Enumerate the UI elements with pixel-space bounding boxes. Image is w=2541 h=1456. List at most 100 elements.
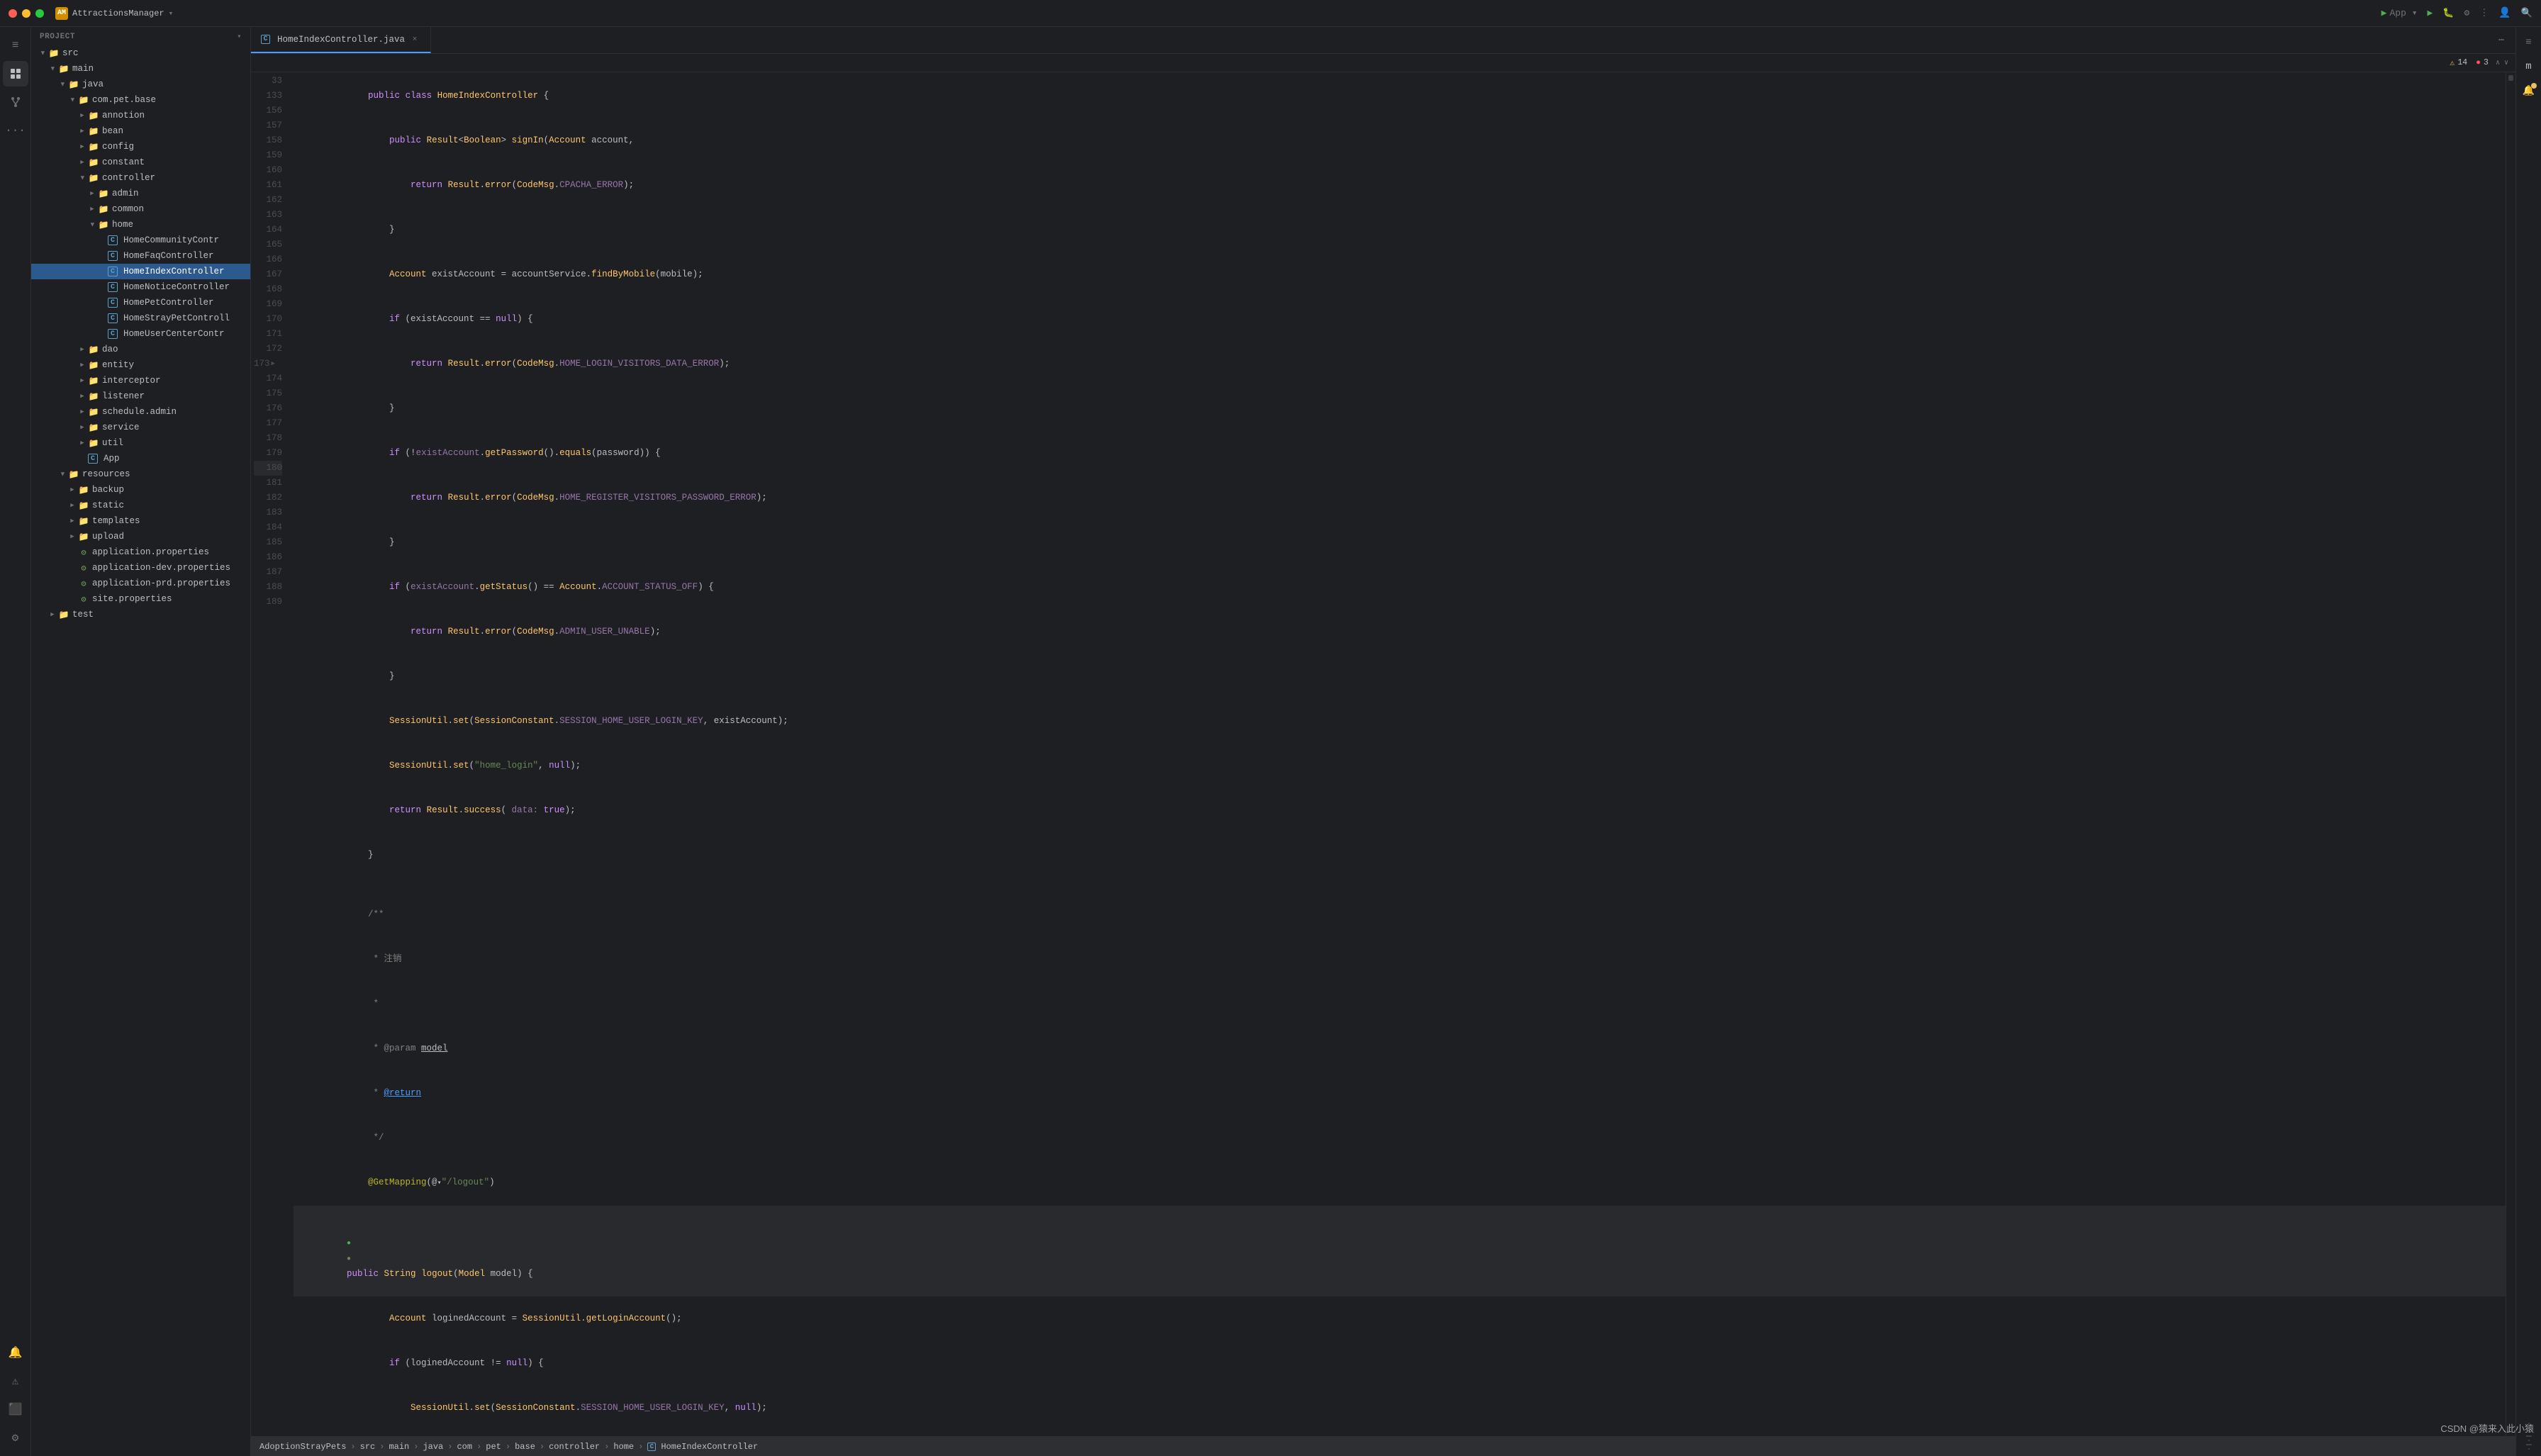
folder-icon: 📁: [88, 422, 99, 433]
minimap-scrollbar[interactable]: [2506, 72, 2515, 1436]
sidebar-item-HomeIndexController[interactable]: ▶ C HomeIndexController: [31, 264, 250, 279]
breadcrumb-item-pet[interactable]: pet: [486, 1442, 501, 1452]
code-line-179: @GetMapping(@▾"/logout"): [294, 1160, 2506, 1206]
search-icon[interactable]: 🔍: [2521, 8, 2532, 18]
breadcrumb-item-com[interactable]: com: [457, 1442, 472, 1452]
chevron-right-icon: ▶: [77, 157, 88, 168]
more-icon[interactable]: ···: [3, 118, 28, 143]
sidebar-item-annotion[interactable]: ▶ 📁 annotion: [31, 108, 250, 123]
breadcrumb-item-src[interactable]: src: [360, 1442, 376, 1452]
sidebar-item-listener[interactable]: ▶ 📁 listener: [31, 388, 250, 404]
sidebar-item-service[interactable]: ▶ 📁 service: [31, 420, 250, 435]
sidebar-item-common[interactable]: ▶ 📁 common: [31, 201, 250, 217]
debug-button[interactable]: 🐛: [2442, 8, 2454, 18]
sidebar-item-label: HomeCommunityContr: [123, 235, 219, 245]
breadcrumb-item-main[interactable]: main: [389, 1442, 409, 1452]
settings-icon[interactable]: ⚙: [2464, 8, 2470, 18]
more-icon[interactable]: ⋮: [2479, 8, 2489, 18]
breadcrumb-item-root[interactable]: AdoptionStrayPets: [259, 1442, 346, 1452]
sidebar-item-home[interactable]: ▶ 📁 home: [31, 217, 250, 233]
collapse-warnings-icon[interactable]: ∨: [2504, 59, 2508, 67]
sidebar-item-application-prd-properties[interactable]: ▶ ⚙ application-prd.properties: [31, 576, 250, 591]
maximize-window-button[interactable]: [35, 9, 44, 18]
code-line-178: */: [294, 1116, 2506, 1160]
sidebar-item-backup[interactable]: ▶ 📁 backup: [31, 482, 250, 498]
expand-warnings-icon[interactable]: ∧: [2496, 59, 2500, 67]
sidebar-item-label: annotion: [102, 111, 145, 121]
sidebar-item-bean[interactable]: ▶ 📁 bean: [31, 123, 250, 139]
sidebar-item-HomeUserCenterContr[interactable]: ▶ C HomeUserCenterContr: [31, 326, 250, 342]
git-icon[interactable]: [3, 89, 28, 115]
code-line-180: ● ● public String logout(Model model) {: [294, 1206, 2506, 1297]
sidebar-item-src[interactable]: ▶ 📁 src: [31, 45, 250, 61]
folder-icon: 📁: [88, 437, 99, 449]
sidebar-item-label: listener: [102, 391, 145, 401]
breadcrumb-item-base[interactable]: base: [515, 1442, 535, 1452]
code-line-157: }: [294, 208, 2506, 252]
profile-icon[interactable]: 👤: [2498, 7, 2511, 19]
sidebar-item-admin[interactable]: ▶ 📁 admin: [31, 186, 250, 201]
active-tab[interactable]: C HomeIndexController.java ×: [251, 27, 431, 53]
breadcrumb-item-file[interactable]: C HomeIndexController: [647, 1442, 758, 1452]
sidebar-chevron[interactable]: ▾: [237, 33, 242, 41]
run-config-label[interactable]: ▶ App ▾: [2381, 8, 2418, 18]
sidebar-item-com-pet-base[interactable]: ▶ 📁 com.pet.base: [31, 92, 250, 108]
close-tab-button[interactable]: ×: [409, 34, 420, 45]
sidebar-item-java[interactable]: ▶ 📁 java: [31, 77, 250, 92]
sidebar-item-HomeStrayPetControll[interactable]: ▶ C HomeStrayPetControll: [31, 310, 250, 326]
sidebar-item-upload[interactable]: ▶ 📁 upload: [31, 529, 250, 544]
sidebar-item-HomeNoticeController[interactable]: ▶ C HomeNoticeController: [31, 279, 250, 295]
breadcrumb-item-controller[interactable]: controller: [549, 1442, 600, 1452]
bookmarks-icon[interactable]: ≡: [2519, 33, 2539, 52]
sidebar-item-label: dao: [102, 345, 118, 354]
sidebar-item-schedule-admin[interactable]: ▶ 📁 schedule.admin: [31, 404, 250, 420]
terminal-icon[interactable]: ⬛: [3, 1396, 28, 1422]
code-line-162: if (!existAccount.getPassword().equals(p…: [294, 431, 2506, 476]
notifications-right-icon[interactable]: 🔔: [2519, 81, 2539, 101]
sidebar-item-label: util: [102, 438, 123, 448]
sidebar-title: Project: [40, 33, 75, 41]
sidebar-item-label: common: [112, 204, 144, 214]
minimize-window-button[interactable]: [22, 9, 30, 18]
breadcrumb-item-java[interactable]: java: [423, 1442, 443, 1452]
notifications-icon[interactable]: 🔔: [3, 1340, 28, 1365]
breadcrumb-sep: ›: [413, 1442, 418, 1452]
sidebar-item-HomeFaqController[interactable]: ▶ C HomeFaqController: [31, 248, 250, 264]
sidebar-item-application-properties[interactable]: ▶ ⚙ application.properties: [31, 544, 250, 560]
sidebar-item-config[interactable]: ▶ 📁 config: [31, 139, 250, 155]
project-tree-icon[interactable]: [3, 61, 28, 86]
sidebar-item-entity[interactable]: ▶ 📁 entity: [31, 357, 250, 373]
structure-icon[interactable]: m: [2519, 57, 2539, 77]
sidebar-item-HomePetController[interactable]: ▶ C HomePetController: [31, 295, 250, 310]
sidebar-item-application-dev-properties[interactable]: ▶ ⚙ application-dev.properties: [31, 560, 250, 576]
run-button[interactable]: ▶: [2428, 8, 2433, 18]
sidebar-item-HomeCommunityContr[interactable]: ▶ C HomeCommunityContr: [31, 233, 250, 248]
sidebar-item-interceptor[interactable]: ▶ 📁 interceptor: [31, 373, 250, 388]
warning-count[interactable]: ⚠ 14 ● 3 ∧ ∨: [2450, 57, 2508, 68]
sidebar-item-test[interactable]: ▶ 📁 test: [31, 607, 250, 622]
sidebar-item-App[interactable]: ▶ C App: [31, 451, 250, 466]
code-line-181: Account loginedAccount = SessionUtil.get…: [294, 1297, 2506, 1341]
breadcrumb-item-home[interactable]: home: [613, 1442, 634, 1452]
chevron-down-icon[interactable]: ▾: [169, 9, 174, 18]
sidebar-item-util[interactable]: ▶ 📁 util: [31, 435, 250, 451]
sidebar-item-controller[interactable]: ▶ 📁 controller: [31, 170, 250, 186]
tab-more-icon[interactable]: ⋯: [2493, 32, 2510, 49]
chevron-right-icon: ▶: [77, 110, 88, 121]
sidebar-item-dao[interactable]: ▶ 📁 dao: [31, 342, 250, 357]
sidebar-item-label: static: [92, 500, 124, 510]
code-editor[interactable]: public class HomeIndexController { publi…: [288, 72, 2506, 1436]
right-activity-bar: ≡ m 🔔: [2515, 27, 2541, 1456]
sidebar-item-label: entity: [102, 360, 134, 370]
sidebar-item-site-properties[interactable]: ▶ ⚙ site.properties: [31, 591, 250, 607]
sidebar-item-templates[interactable]: ▶ 📁 templates: [31, 513, 250, 529]
sidebar-item-resources[interactable]: ▶ 📁 resources: [31, 466, 250, 482]
sidebar-item-constant[interactable]: ▶ 📁 constant: [31, 155, 250, 170]
close-window-button[interactable]: [9, 9, 17, 18]
folder-icon: 📁: [88, 406, 99, 418]
sidebar-item-main[interactable]: ▶ 📁 main: [31, 61, 250, 77]
problems-icon[interactable]: ⚠: [3, 1368, 28, 1394]
hamburger-menu-icon[interactable]: ≡: [3, 33, 28, 58]
sidebar-item-static[interactable]: ▶ 📁 static: [31, 498, 250, 513]
settings-sidebar-icon[interactable]: ⚙: [3, 1425, 28, 1450]
